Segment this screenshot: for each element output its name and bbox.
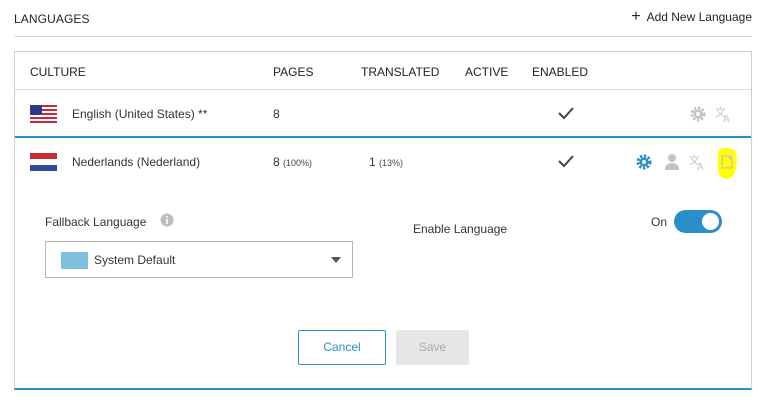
table-row-english[interactable]: English (United States) ** 8 文 A — [15, 90, 751, 138]
checkmark-icon — [558, 155, 574, 168]
language-swatch — [61, 252, 88, 269]
pages-count: 8 — [273, 107, 280, 121]
user-icon[interactable] — [662, 152, 682, 172]
checkmark-icon — [558, 107, 574, 120]
language-name: English (United States) ** — [72, 107, 208, 121]
add-new-language-label: Add New Language — [646, 10, 752, 24]
column-header-translated: TRANSLATED — [361, 65, 440, 79]
translate-icon[interactable]: 文 A — [688, 152, 708, 172]
fallback-language-value: System Default — [94, 253, 176, 267]
chevron-down-icon — [331, 257, 341, 263]
add-new-language-button[interactable]: + Add New Language — [631, 8, 752, 25]
highlighted-file-icon[interactable] — [715, 144, 739, 182]
languages-panel: CULTURE PAGES TRANSLATED ACTIVE ENABLED … — [14, 51, 752, 390]
table-row-nederlands[interactable]: Nederlands (Nederland) 8 (100%) 1 (13%) … — [15, 138, 751, 186]
svg-text:A: A — [697, 162, 704, 172]
page-title: LANGUAGES — [14, 12, 90, 26]
gear-icon[interactable] — [688, 104, 708, 124]
column-header-culture: CULTURE — [30, 65, 86, 79]
fallback-language-label: Fallback Language — [45, 215, 147, 229]
column-header-active: ACTIVE — [465, 65, 509, 79]
toggle-state-label: On — [651, 215, 668, 229]
gear-icon[interactable] — [634, 152, 654, 172]
nl-flag-icon — [30, 153, 57, 171]
info-icon[interactable] — [160, 213, 174, 227]
column-header-enabled: ENABLED — [532, 65, 589, 79]
fallback-language-select[interactable]: System Default — [45, 241, 353, 278]
svg-text:A: A — [723, 114, 730, 124]
translate-icon[interactable]: 文 A — [714, 104, 734, 124]
cancel-button[interactable]: Cancel — [298, 330, 386, 365]
column-header-pages: PAGES — [273, 65, 314, 79]
translated-count: 1 (13%) — [369, 155, 404, 169]
enable-language-label: Enable Language — [413, 222, 508, 236]
pages-count: 8 (100%) — [273, 155, 313, 169]
enable-language-toggle[interactable] — [674, 210, 722, 233]
language-name: Nederlands (Nederland) — [72, 155, 201, 169]
header-divider — [14, 36, 752, 37]
table-header: CULTURE PAGES TRANSLATED ACTIVE ENABLED — [15, 52, 751, 90]
us-flag-icon — [30, 105, 57, 123]
save-button[interactable]: Save — [396, 330, 469, 365]
plus-icon: + — [631, 8, 641, 25]
